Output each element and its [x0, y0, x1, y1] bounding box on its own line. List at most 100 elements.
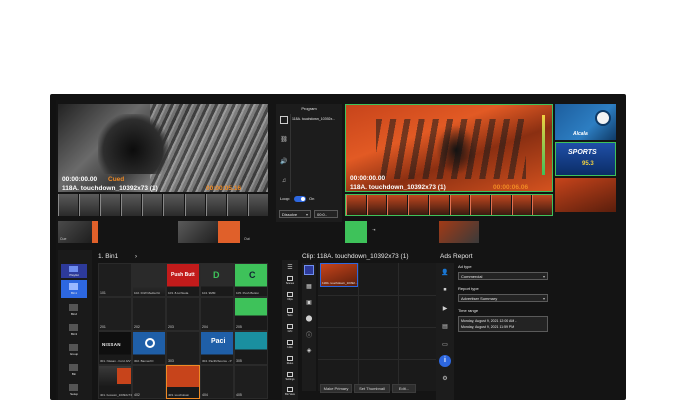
bin-cell[interactable]: 204	[200, 297, 234, 331]
rules-item[interactable]: Rules	[284, 354, 296, 368]
preview-timecode-right: 00:00:05.16	[206, 185, 242, 192]
settings-item[interactable]: Settings	[284, 370, 296, 384]
lists-icon	[287, 340, 293, 345]
transition-select[interactable]: Dissolve ▾	[279, 210, 311, 218]
time-range-field[interactable]: Monday, August 9, 2021 12:00 AM - Monday…	[458, 316, 548, 332]
user-icon[interactable]: 👤	[440, 267, 450, 277]
rules-icon	[287, 356, 293, 361]
bin-cell[interactable]: 403. touchdown	[166, 365, 200, 399]
bin-cell[interactable]: 205	[234, 297, 268, 331]
bin-cell[interactable]: 201	[98, 297, 132, 331]
bin-cell[interactable]: D 104. 9MM	[200, 263, 234, 297]
info-active-icon[interactable]: i	[439, 355, 451, 367]
program-viewer[interactable]: 00:00:00.00 118A. touchdown_10392x73 (1)…	[345, 104, 553, 192]
nissan-tile-text: NISSAN	[102, 342, 121, 347]
bin2-tab[interactable]: Bin2	[61, 302, 87, 318]
group-tab[interactable]: Group	[61, 342, 87, 358]
bin-tab[interactable]: Bin	[61, 362, 87, 378]
left-rail-label-1: Bin1	[70, 291, 77, 295]
ad-type-select[interactable]: Commercial ▾	[458, 272, 548, 280]
setup-tab[interactable]: Setup	[61, 382, 87, 398]
edit-button[interactable]: Edit...	[392, 384, 416, 393]
bin-view-item[interactable]: Bin View	[284, 385, 296, 399]
image-icon[interactable]: ▣	[304, 297, 314, 307]
scenes-item[interactable]: Scenes	[284, 274, 296, 288]
bin3-tab[interactable]: Bin3	[61, 322, 87, 338]
program-control-panel: Program 118A. touchdown_10392x... ⛓ 🔊 ♫ …	[276, 104, 342, 222]
clip-tile[interactable]: 118A. touchdown_10392...	[320, 263, 358, 287]
program-cue-thumb[interactable]	[345, 221, 367, 243]
program-timecode-left: 00:00:00.00	[350, 175, 386, 182]
bin-cell[interactable]: 402	[132, 365, 166, 399]
preview-clip-name: 118A. touchdown_10392x73 (1)	[62, 185, 158, 192]
side-thumb-1[interactable]: Alcala	[555, 104, 616, 140]
info-icon[interactable]: ⓘ	[304, 329, 314, 339]
preview-filmstrip[interactable]	[58, 194, 268, 216]
side-thumb-2[interactable]: SPORTS 95.3	[555, 142, 616, 176]
link-icon[interactable]: ⛓	[279, 134, 289, 144]
bin-cell[interactable]: 202	[132, 297, 166, 331]
sets-item[interactable]: Sets	[284, 306, 296, 320]
calendar-icon[interactable]: ▤	[440, 321, 450, 331]
clip-title: Clip: 118A. touchdown_10392x73 (1)	[302, 253, 409, 260]
hamburger-menu-icon[interactable]: ☰	[285, 263, 295, 271]
clip-tool-rail: ▦ ▣ ⬤ ⓘ ◈	[302, 263, 316, 391]
lists-item[interactable]: Lists	[284, 338, 296, 352]
bin-cell[interactable]: 101	[98, 263, 132, 297]
program-clip-name: 118A. touchdown_10392x73 (1)	[350, 184, 446, 191]
transition-value: Dissolve	[282, 211, 298, 217]
set-thumbnail-button[interactable]: Set Thumbnail	[354, 384, 390, 393]
thumbnail-view-icon[interactable]	[304, 265, 314, 275]
bin-cell[interactable]: 305	[234, 331, 268, 365]
music-icon[interactable]: ♫	[279, 176, 289, 186]
ads-icon-rail: 👤 ⏹ ▶ ▤ ▭ i ⚙	[436, 263, 454, 400]
preview-viewer[interactable]: 00:00:00.00 Cued 118A. touchdown_10392x7…	[58, 104, 268, 192]
play-circle-icon[interactable]: ▶	[440, 303, 450, 313]
make-primary-button[interactable]: Make Primary	[320, 384, 352, 393]
layers-icon[interactable]: ◈	[304, 345, 314, 355]
volume-icon[interactable]: 🔊	[279, 156, 289, 166]
bin1-tab[interactable]: Bin1	[61, 280, 87, 298]
checkerboard-icon[interactable]: ▦	[304, 281, 314, 291]
bin-cell[interactable]: 102. DrW Media Kit	[132, 263, 166, 297]
cue-label: Cue	[60, 237, 67, 241]
folder-icon[interactable]: ▭	[440, 339, 450, 349]
side-thumb-2-text: SPORTS	[568, 149, 597, 156]
side-thumb-3[interactable]	[555, 178, 616, 212]
scenes-icon	[287, 276, 293, 281]
location-pin-icon[interactable]: ⬤	[304, 313, 314, 323]
bin-cell[interactable]: 405	[234, 365, 268, 399]
preview-thumb-2[interactable]	[178, 221, 218, 243]
side-thumb-2-sub: 95.3	[582, 161, 594, 167]
bin-cell[interactable]: 203	[166, 297, 200, 331]
grfx-item[interactable]: Grfx	[284, 322, 296, 336]
bin-cell[interactable]: NISSAN 301. Nissan - Ford J2V	[98, 331, 132, 365]
bin-cell[interactable]: 401. bossoin_10392x73	[98, 365, 132, 399]
playlist-icon[interactable]	[280, 116, 288, 124]
duration-field[interactable]: 00:0..	[314, 210, 338, 218]
playlist-tab[interactable]: Playlist	[61, 264, 87, 278]
bin-cell[interactable]: Paci 304. PacificSource - P	[200, 331, 234, 365]
bin-cell[interactable]: C 105. Push Button	[234, 263, 268, 297]
bin-title: 1. Bin1	[98, 253, 119, 260]
brand-c-tile-text: C	[249, 270, 256, 280]
loop-state: On	[309, 196, 315, 201]
bin-cell[interactable]: Push Butt 103. 8-lvchleda	[166, 263, 200, 297]
left-rail-label-5: Bin	[71, 372, 77, 376]
loop-toggle[interactable]	[294, 196, 306, 202]
left-rail-label-6: Setup	[70, 392, 78, 396]
program-filmstrip[interactable]	[345, 194, 553, 216]
report-type-select[interactable]: Advertiser Summary ▾	[458, 294, 548, 302]
bin-cell[interactable]: 303	[166, 331, 200, 365]
stop-icon[interactable]: ⏹	[440, 285, 450, 295]
bin-cell[interactable]: 404	[200, 365, 234, 399]
pacific-tile-text: Paci	[211, 338, 226, 345]
program-out-thumb[interactable]	[439, 221, 479, 243]
chevron-right-icon[interactable]: ›	[135, 254, 137, 260]
bin-cell[interactable]: 302. BannerIO	[132, 331, 166, 365]
grid-icon	[287, 387, 293, 392]
clips-item[interactable]: Clips	[284, 290, 296, 304]
user-settings-icon[interactable]: ⚙	[440, 373, 450, 383]
program-arrow-icon: ⇥	[372, 227, 376, 232]
out-thumbnail[interactable]	[218, 221, 240, 243]
